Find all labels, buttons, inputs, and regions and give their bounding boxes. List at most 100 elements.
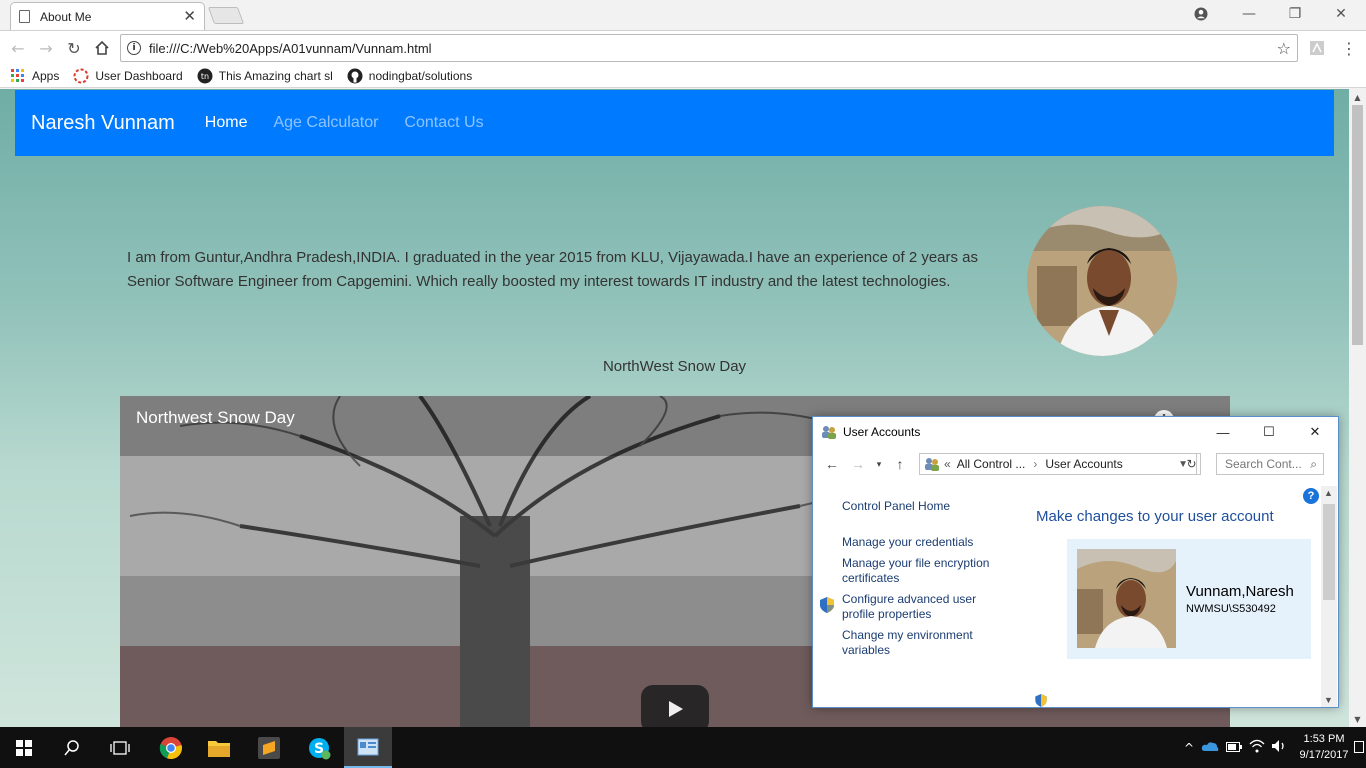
- configure-profile-link[interactable]: Configure advanced user profile properti…: [842, 592, 1012, 622]
- user-account-card: Vunnam,Naresh NWMSU\S530492: [1067, 539, 1311, 659]
- skype-icon: S: [309, 737, 331, 759]
- tn-icon: tn: [197, 68, 213, 84]
- video-caption: NorthWest Snow Day: [602, 358, 747, 375]
- bookmark-amazing-chart[interactable]: tn This Amazing chart sl: [197, 68, 333, 84]
- tab-about-me[interactable]: About Me ✕: [10, 2, 205, 30]
- address-bar[interactable]: i file:///C:/Web%20Apps/A01vunnam/Vunnam…: [120, 34, 1298, 62]
- chrome-icon: [159, 736, 182, 759]
- close-icon[interactable]: ✕: [1292, 417, 1338, 447]
- breadcrumb-all-control-panel[interactable]: All Control ...: [957, 457, 1026, 471]
- bookmark-apps[interactable]: Apps: [10, 68, 59, 84]
- bookmark-label: User Dashboard: [95, 68, 183, 83]
- manage-credentials-link[interactable]: Manage your credentials: [842, 535, 1012, 550]
- breadcrumb-overflow[interactable]: «: [944, 457, 951, 471]
- bookmarks-bar: Apps User Dashboard tn This Amazing char…: [0, 64, 1366, 88]
- task-view-icon: [110, 740, 130, 755]
- github-icon: [347, 68, 363, 84]
- control-panel-icon: [925, 458, 939, 471]
- bookmark-label: nodingbat/solutions: [368, 68, 473, 83]
- menu-icon[interactable]: ⋮: [1338, 37, 1360, 59]
- taskbar-chrome[interactable]: [147, 727, 195, 768]
- clock[interactable]: 1:53 PM 9/17/2017: [1294, 731, 1354, 763]
- volume-icon[interactable]: [1268, 739, 1290, 756]
- address-bar: ← → ▾ ↑ « All Control ... › User Account…: [813, 449, 1338, 479]
- bookmark-star-icon[interactable]: ☆: [1277, 39, 1291, 58]
- help-icon[interactable]: ?: [1303, 488, 1319, 504]
- system-tray: ^: [1180, 727, 1290, 768]
- svg-text:tn: tn: [201, 72, 209, 81]
- manage-encryption-link[interactable]: Manage your file encryption certificates: [842, 556, 1012, 586]
- search-input[interactable]: Search Cont... ⌕: [1216, 453, 1324, 475]
- forward-icon[interactable]: →: [35, 37, 57, 59]
- bookmark-label: Apps: [32, 68, 60, 83]
- wifi-icon[interactable]: [1246, 739, 1268, 756]
- play-icon: [669, 701, 683, 717]
- scroll-up-icon[interactable]: ▲: [1324, 488, 1333, 498]
- document-icon: [19, 10, 30, 23]
- control-panel-home-link[interactable]: Control Panel Home: [842, 499, 1012, 514]
- play-button[interactable]: [641, 685, 709, 727]
- task-view-button[interactable]: [96, 727, 144, 768]
- brand-link[interactable]: Naresh Vunnam: [31, 112, 175, 135]
- breadcrumb-user-accounts[interactable]: User Accounts: [1045, 457, 1122, 471]
- start-button[interactable]: [0, 727, 48, 768]
- back-icon[interactable]: ←: [7, 37, 29, 59]
- bookmark-label: This Amazing chart sl: [218, 68, 333, 83]
- video-title[interactable]: Northwest Snow Day: [136, 408, 295, 428]
- info-icon[interactable]: i: [127, 41, 141, 55]
- search-icon: [64, 739, 79, 755]
- scroll-down-icon[interactable]: ▼: [1324, 695, 1333, 705]
- sublime-text-icon: [258, 736, 280, 759]
- page-scrollbar[interactable]: ▲ ▼: [1349, 89, 1366, 727]
- restore-icon[interactable]: ❐: [1272, 0, 1318, 28]
- breadcrumb[interactable]: « All Control ... › User Accounts ▼: [919, 453, 1197, 475]
- battery-icon[interactable]: [1222, 741, 1246, 755]
- apps-grid-icon: [10, 68, 26, 84]
- dialog-scrollbar[interactable]: ▲ ▼: [1321, 486, 1337, 707]
- nav-home[interactable]: Home: [205, 114, 248, 132]
- user-id: NWMSU\S530492: [1186, 603, 1276, 615]
- about-paragraph: I am from Guntur,Andhra Pradesh,INDIA. I…: [127, 249, 979, 290]
- tab-close-icon[interactable]: ✕: [183, 9, 196, 24]
- window-title: User Accounts: [843, 425, 921, 439]
- tab-title: About Me: [40, 9, 92, 24]
- new-tab-button[interactable]: [207, 7, 245, 24]
- scroll-thumb[interactable]: [1323, 504, 1335, 600]
- bookmark-codingbat[interactable]: nodingbat/solutions: [347, 68, 472, 84]
- taskbar-sublime[interactable]: [245, 727, 293, 768]
- up-icon[interactable]: ↑: [887, 456, 913, 472]
- search-button[interactable]: [48, 727, 96, 768]
- minimize-icon[interactable]: —: [1226, 0, 1272, 28]
- url-text[interactable]: file:///C:/Web%20Apps/A01vunnam/Vunnam.h…: [149, 41, 1277, 56]
- user-photo[interactable]: [1077, 549, 1176, 648]
- show-hidden-icons-icon[interactable]: ^: [1180, 741, 1198, 755]
- taskbar-file-explorer[interactable]: [195, 727, 243, 768]
- bookmark-user-dashboard[interactable]: User Dashboard: [73, 68, 183, 84]
- forward-icon[interactable]: →: [845, 456, 871, 472]
- nav-age-calculator[interactable]: Age Calculator: [273, 114, 378, 132]
- scroll-down-icon[interactable]: ▼: [1349, 711, 1366, 727]
- taskbar: S ^ 1:53 PM 9/17/2017: [0, 727, 1366, 768]
- acrobat-extension-icon[interactable]: [1306, 37, 1328, 59]
- recent-locations-icon[interactable]: ▾: [871, 459, 887, 470]
- onedrive-icon[interactable]: [1198, 740, 1222, 755]
- chevron-right-icon: ›: [1033, 457, 1038, 471]
- scroll-up-icon[interactable]: ▲: [1349, 89, 1366, 105]
- close-window-icon[interactable]: ✕: [1318, 0, 1364, 28]
- minimize-icon[interactable]: —: [1200, 417, 1246, 447]
- profile-icon[interactable]: [1178, 0, 1224, 28]
- uac-shield-icon: [1035, 694, 1047, 707]
- refresh-icon[interactable]: ↻: [1183, 453, 1201, 475]
- maximize-icon[interactable]: ☐: [1246, 417, 1292, 447]
- nav-contact-us[interactable]: Contact Us: [404, 114, 483, 132]
- back-icon[interactable]: ←: [819, 456, 845, 472]
- user-name: Vunnam,Naresh: [1186, 583, 1294, 600]
- taskbar-user-accounts[interactable]: [344, 727, 392, 768]
- reload-icon[interactable]: ↻: [63, 37, 85, 59]
- home-icon[interactable]: [91, 37, 113, 59]
- taskbar-skype[interactable]: S: [295, 727, 343, 768]
- notifications-icon[interactable]: [1354, 741, 1364, 753]
- main-heading: Make changes to your user account: [1036, 508, 1274, 525]
- environment-variables-link[interactable]: Change my environment variables: [842, 628, 1012, 658]
- scroll-thumb[interactable]: [1352, 105, 1363, 345]
